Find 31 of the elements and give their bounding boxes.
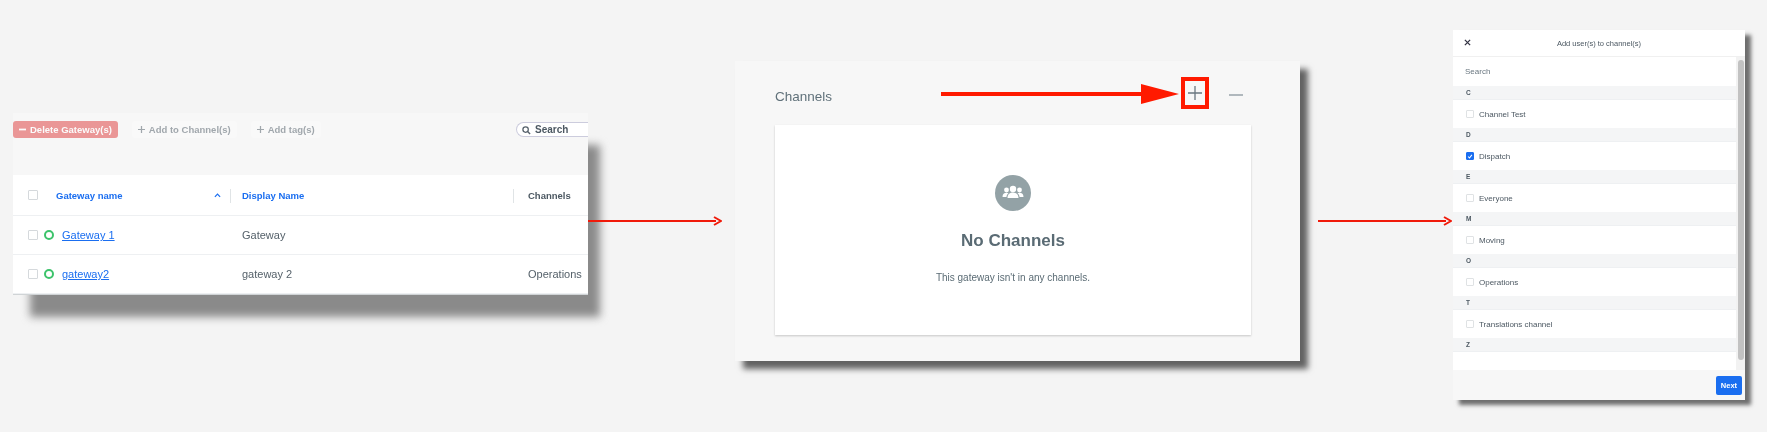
add-button[interactable] [1181, 77, 1209, 109]
close-icon [1464, 39, 1471, 46]
search-icon [522, 125, 531, 135]
plus-icon [1187, 85, 1203, 101]
checkbox[interactable] [1466, 152, 1474, 160]
list-item[interactable]: Channel Test [1453, 100, 1736, 128]
table-cell: Gateway [242, 229, 286, 241]
gateway-link[interactable]: Gateway 1 [62, 229, 115, 241]
plus-icon [137, 125, 145, 133]
list-item[interactable]: Everyone [1453, 184, 1736, 212]
list-item[interactable]: Dispatch [1453, 142, 1736, 170]
close-button[interactable] [1463, 38, 1472, 47]
group-icon [995, 175, 1031, 211]
list-item[interactable]: Moving [1453, 226, 1736, 254]
empty-state-title: No Channels [961, 231, 1065, 251]
table-cell: gateway 2 [242, 268, 293, 280]
check-icon [1467, 152, 1473, 160]
plus-icon [256, 125, 264, 133]
list-item[interactable]: Translations channel [1453, 310, 1736, 338]
scrollbar-thumb[interactable] [1737, 60, 1744, 360]
sort-caret-icon[interactable] [214, 192, 221, 198]
table-cell: Operations [528, 268, 582, 280]
list-item[interactable]: Operations [1453, 268, 1736, 296]
column-header[interactable]: Channels [528, 189, 571, 201]
minus-icon [1229, 93, 1243, 97]
gateway-link[interactable]: gateway2 [62, 268, 110, 280]
column-header[interactable]: Display Name [242, 189, 305, 201]
empty-state-text: This gateway isn't in any channels. [935, 272, 1091, 283]
search-field[interactable]: Search [516, 121, 588, 137]
section-title: Channels [775, 89, 833, 104]
column-header[interactable]: Gateway name [56, 189, 123, 201]
